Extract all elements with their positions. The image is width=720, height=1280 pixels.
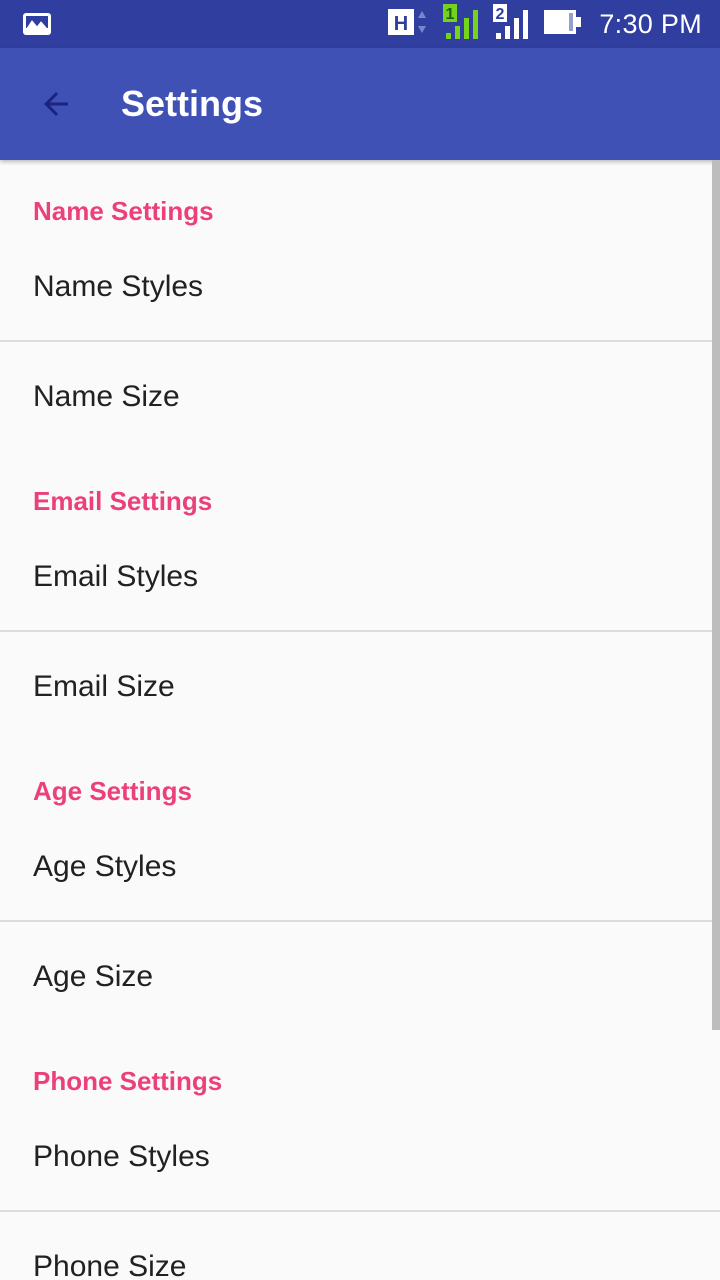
pref-phone-styles[interactable]: Phone Styles (0, 1102, 720, 1210)
status-bar: H 1 2 7:30 PM (0, 0, 720, 48)
battery-icon (543, 9, 583, 40)
status-time: 7:30 PM (599, 8, 702, 39)
category-phone-settings: Phone Settings Phone Styles Phone Size (0, 1030, 720, 1280)
sim2-signal-icon: 2 (493, 3, 531, 45)
category-title: Name Settings (33, 196, 214, 226)
pref-label: Age Styles (33, 850, 177, 883)
pref-email-styles[interactable]: Email Styles (0, 522, 720, 630)
pref-label: Name Size (33, 380, 180, 413)
pref-label: Email Size (33, 670, 175, 703)
network-type-icon: H (387, 7, 431, 42)
back-button[interactable] (32, 80, 80, 128)
category-title: Email Settings (33, 486, 213, 516)
settings-list: Name Settings Name Styles Name Size Emai… (0, 160, 720, 1280)
pref-name-size[interactable]: Name Size (0, 342, 720, 450)
category-age-settings: Age Settings Age Styles Age Size (0, 740, 720, 1030)
category-title: Age Settings (33, 776, 192, 806)
pref-label: Phone Styles (33, 1140, 210, 1173)
pref-age-size[interactable]: Age Size (0, 922, 720, 1030)
pref-phone-size[interactable]: Phone Size (0, 1212, 720, 1280)
pref-age-styles[interactable]: Age Styles (0, 812, 720, 920)
category-name-settings: Name Settings Name Styles Name Size (0, 160, 720, 450)
category-email-settings: Email Settings Email Styles Email Size (0, 450, 720, 740)
pref-name-styles[interactable]: Name Styles (0, 232, 720, 340)
pref-label: Age Size (33, 960, 154, 993)
pref-email-size[interactable]: Email Size (0, 632, 720, 740)
sim1-label: 1 (446, 6, 455, 23)
pref-label: Name Styles (33, 270, 204, 303)
network-type-label: H (394, 13, 408, 35)
app-bar: Settings (0, 48, 720, 160)
scrollbar[interactable] (712, 160, 720, 1030)
pref-label: Phone Size (33, 1250, 187, 1280)
page-title: Settings (121, 83, 264, 124)
gallery-notification-icon (22, 12, 52, 41)
arrow-back-icon (44, 92, 68, 116)
pref-label: Email Styles (33, 560, 199, 593)
sim2-label: 2 (496, 6, 505, 23)
category-title: Phone Settings (33, 1066, 223, 1096)
sim1-signal-icon: 1 (443, 3, 481, 45)
